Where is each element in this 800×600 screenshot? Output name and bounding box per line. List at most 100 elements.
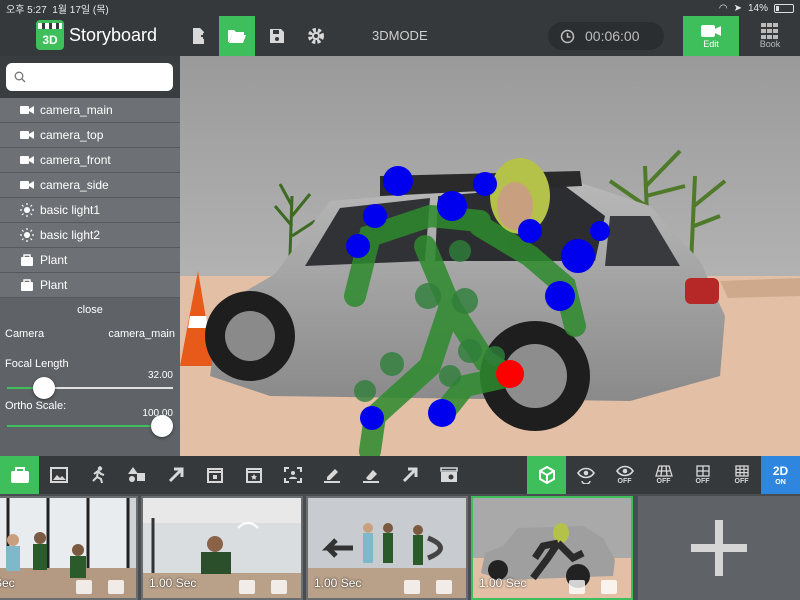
camera-icon: [20, 180, 34, 190]
copy-icon[interactable]: [601, 580, 617, 594]
camera-value[interactable]: camera_main: [108, 328, 175, 340]
2d-mode-toggle[interactable]: 2D ON: [761, 456, 800, 494]
list-item[interactable]: camera_front: [0, 148, 180, 173]
camera-icon: [20, 105, 34, 115]
list-item-label: camera_front: [40, 153, 111, 167]
add-frame-button[interactable]: [638, 496, 800, 600]
wifi-icon: ◠: [718, 2, 728, 14]
storyboard-frame[interactable]: 0 Sec: [0, 496, 138, 600]
comment-icon[interactable]: [404, 580, 420, 594]
status-date: 1월 17일 (목): [52, 4, 109, 16]
video-camera-icon: [701, 25, 721, 37]
pen-tool-button[interactable]: [312, 456, 351, 494]
background-tool-button[interactable]: [39, 456, 78, 494]
2d-label: 2D: [772, 464, 789, 478]
scene-render: [180, 56, 800, 456]
clock-icon: [560, 29, 575, 43]
slider-fill: [7, 425, 162, 427]
camera-icon: [20, 155, 34, 165]
close-button[interactable]: close: [0, 304, 180, 316]
list-item[interactable]: basic light1: [0, 198, 180, 223]
shapes-icon: [127, 467, 145, 482]
bag-icon: [10, 467, 29, 483]
camera-frame-tool-button[interactable]: [273, 456, 312, 494]
copy-icon[interactable]: [108, 580, 124, 594]
book-button[interactable]: Book: [742, 16, 798, 56]
settings-button[interactable]: [298, 16, 334, 56]
list-item-label: basic light2: [40, 228, 101, 242]
new-file-button[interactable]: [181, 16, 217, 56]
scene-panel: camera_main camera_top camera_front came…: [0, 56, 180, 456]
storyboard-frame-selected[interactable]: 1.00 Sec: [471, 496, 633, 600]
slider-knob[interactable]: [32, 377, 55, 399]
view-rotate-button[interactable]: [566, 456, 605, 494]
storyboard-frame[interactable]: 1.00 Sec: [141, 496, 303, 600]
timer-display[interactable]: 00:06:00: [548, 22, 664, 50]
bag-icon: [20, 279, 34, 291]
focal-length-label: Focal Length: [5, 358, 69, 370]
slider-knob[interactable]: [151, 415, 173, 437]
3d-viewport[interactable]: [180, 56, 800, 456]
list-item-label: camera_main: [40, 103, 113, 117]
comment-icon[interactable]: [239, 580, 255, 594]
location-icon: ➤: [733, 2, 742, 14]
list-item[interactable]: camera_top: [0, 123, 180, 148]
open-folder-button[interactable]: [219, 16, 255, 56]
copy-icon[interactable]: [436, 580, 452, 594]
bag-icon: [20, 254, 34, 266]
diagonal-arrow-icon: [402, 467, 417, 483]
ortho-scale-slider[interactable]: [7, 415, 173, 437]
list-item[interactable]: basic light2: [0, 223, 180, 248]
frame-duration: 0 Sec: [0, 576, 15, 590]
calendar-star-icon: [245, 468, 262, 483]
copy-icon[interactable]: [271, 580, 287, 594]
app-title: Storyboard: [69, 25, 158, 45]
eraser-icon: [362, 470, 379, 483]
search-input[interactable]: [6, 63, 173, 91]
focal-length-slider[interactable]: [7, 377, 173, 399]
eraser-tool-button[interactable]: [351, 456, 390, 494]
list-item[interactable]: camera_side: [0, 173, 180, 198]
clapper-tool-button[interactable]: [429, 456, 468, 494]
top-bar: 3D Storyboard 3DMODE 00:06:00 Edit Book: [0, 16, 800, 56]
list-item[interactable]: Plant: [0, 273, 180, 298]
comment-icon[interactable]: [569, 580, 585, 594]
cube-icon: [538, 466, 555, 484]
calendar-icon: [206, 468, 223, 483]
pen-icon: [323, 469, 340, 483]
character-tool-button[interactable]: [78, 456, 117, 494]
toggle-state: OFF: [734, 478, 749, 485]
list-item[interactable]: camera_main: [0, 98, 180, 123]
event-tool-button[interactable]: [234, 456, 273, 494]
thirds-grid-icon: [734, 465, 749, 477]
gear-icon: [308, 28, 324, 44]
save-button[interactable]: [259, 16, 295, 56]
frame-grid-toggle[interactable]: OFF: [683, 456, 722, 494]
edit-label: Edit: [703, 39, 719, 49]
edit-button[interactable]: Edit: [683, 16, 739, 56]
list-item[interactable]: Plant: [0, 248, 180, 273]
eye-rotate-icon: [576, 467, 595, 484]
2d-state: ON: [775, 479, 786, 486]
eye-icon: [615, 465, 634, 477]
move-tool-button[interactable]: [390, 456, 429, 494]
thirds-grid-toggle[interactable]: OFF: [722, 456, 761, 494]
arrow-tool-button[interactable]: [156, 456, 195, 494]
frame-duration: 1.00 Sec: [314, 576, 362, 590]
calendar-tool-button[interactable]: [195, 456, 234, 494]
3d-box-button[interactable]: [527, 456, 566, 494]
storyboard-frame[interactable]: 1.00 Sec: [306, 496, 468, 600]
props-tool-button[interactable]: [0, 456, 39, 494]
battery-icon: [774, 3, 794, 13]
running-person-icon: [91, 466, 104, 484]
floor-grid-toggle[interactable]: OFF: [644, 456, 683, 494]
frame-duration: 1.00 Sec: [149, 576, 197, 590]
shapes-tool-button[interactable]: [117, 456, 156, 494]
comment-icon[interactable]: [76, 580, 92, 594]
timer-value: 00:06:00: [585, 28, 640, 44]
toggle-state: OFF: [617, 478, 632, 485]
visibility-toggle[interactable]: OFF: [605, 456, 644, 494]
toggle-state: OFF: [695, 478, 710, 485]
bottom-toolbar: OFF OFF OFF OFF 2D ON: [0, 456, 800, 494]
